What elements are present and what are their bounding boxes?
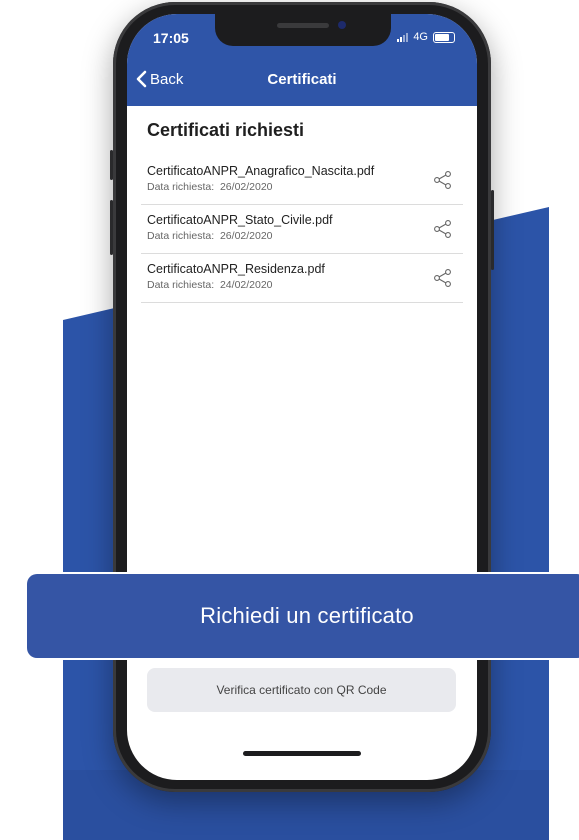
page-title: Certificati [267, 71, 337, 88]
share-icon[interactable] [433, 268, 453, 288]
phone-power-button [491, 190, 494, 270]
phone-screen: 17:05 4G Back Certificati Certificati ri… [127, 14, 477, 780]
share-icon[interactable] [433, 170, 453, 190]
notch [215, 14, 391, 46]
status-time: 17:05 [153, 30, 189, 46]
speaker-grille [277, 23, 329, 28]
status-indicators: 4G [397, 31, 455, 43]
section-title: Certificati richiesti [147, 120, 305, 140]
certificate-name: CertificatoANPR_Stato_Civile.pdf [147, 213, 333, 227]
share-icon[interactable] [433, 219, 453, 239]
certificate-name: CertificatoANPR_Anagrafico_Nascita.pdf [147, 164, 375, 178]
list-item[interactable]: CertificatoANPR_Residenza.pdf Data richi… [141, 254, 463, 303]
signal-icon [397, 32, 409, 42]
front-camera [338, 21, 346, 29]
certificate-name: CertificatoANPR_Residenza.pdf [147, 262, 325, 276]
list-item[interactable]: CertificatoANPR_Stato_Civile.pdf Data ri… [141, 205, 463, 254]
certificate-date: Data richiesta: 26/02/2020 [147, 181, 273, 193]
verify-qr-button[interactable]: Verifica certificato con QR Code [147, 668, 456, 712]
network-label: 4G [413, 31, 428, 43]
list-item[interactable]: CertificatoANPR_Anagrafico_Nascita.pdf D… [141, 156, 463, 205]
battery-icon [433, 31, 455, 43]
certificate-date: Data richiesta: 26/02/2020 [147, 230, 273, 242]
phone-side-button [110, 150, 113, 180]
phone-volume-button [110, 200, 113, 255]
certificate-list: CertificatoANPR_Anagrafico_Nascita.pdf D… [141, 156, 463, 303]
certificate-date: Data richiesta: 24/02/2020 [147, 279, 273, 291]
request-certificate-button[interactable]: Richiedi un certificato [27, 574, 579, 658]
home-indicator [243, 751, 361, 756]
